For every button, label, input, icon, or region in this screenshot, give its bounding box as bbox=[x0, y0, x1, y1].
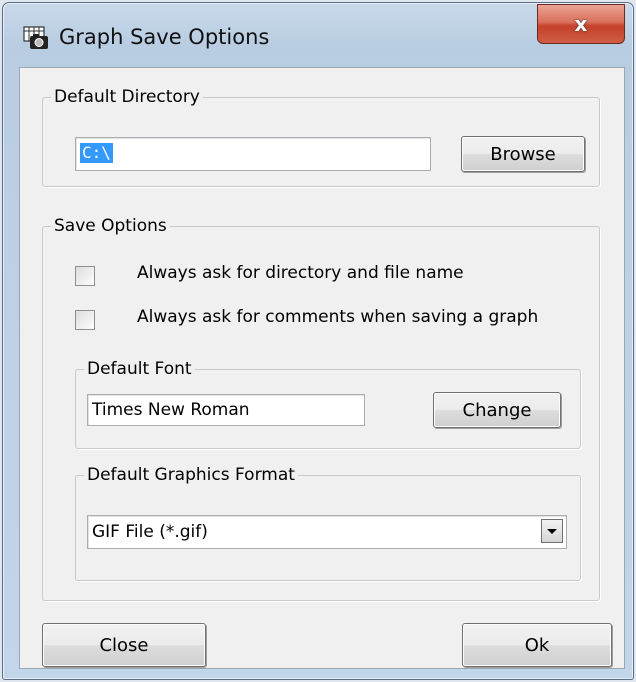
dialog-window: Graph Save Options x Default Directory C… bbox=[2, 2, 634, 680]
ask-directory-label[interactable]: Always ask for directory and file name bbox=[137, 263, 464, 283]
ok-button[interactable]: Ok bbox=[462, 623, 612, 667]
default-directory-group-label: Default Directory bbox=[51, 85, 203, 109]
directory-input-value: C:\ bbox=[80, 143, 113, 163]
window-close-button[interactable]: x bbox=[537, 4, 625, 44]
font-name-input[interactable]: Times New Roman bbox=[87, 394, 365, 426]
save-options-group-label: Save Options bbox=[51, 214, 170, 238]
dropdown-arrow-button[interactable] bbox=[541, 519, 563, 543]
chevron-down-icon bbox=[547, 529, 557, 534]
directory-input[interactable]: C:\ bbox=[75, 137, 431, 171]
ask-comments-checkbox[interactable] bbox=[75, 310, 95, 330]
window-title: Graph Save Options bbox=[59, 25, 270, 49]
graphics-format-group-label: Default Graphics Format bbox=[84, 463, 298, 487]
save-options-group: Save Options Always ask for directory an… bbox=[42, 214, 600, 601]
graphics-format-group: Default Graphics Format GIF File (*.gif) bbox=[75, 463, 581, 581]
font-name-value: Times New Roman bbox=[92, 400, 250, 420]
default-font-group-label: Default Font bbox=[84, 357, 195, 381]
browse-button[interactable]: Browse bbox=[461, 136, 585, 172]
default-font-group: Default Font Times New Roman Change bbox=[75, 357, 581, 449]
graphics-format-select[interactable]: GIF File (*.gif) bbox=[87, 515, 567, 549]
camera-icon bbox=[23, 26, 48, 49]
ask-comments-label[interactable]: Always ask for comments when saving a gr… bbox=[137, 307, 538, 327]
change-font-button[interactable]: Change bbox=[433, 392, 561, 428]
dialog-body: Default Directory C:\ Browse Save Option… bbox=[19, 67, 625, 669]
title-bar[interactable]: Graph Save Options x bbox=[3, 3, 633, 55]
default-directory-group: Default Directory C:\ Browse bbox=[42, 85, 600, 187]
ask-directory-checkbox[interactable] bbox=[75, 266, 95, 286]
close-icon: x bbox=[574, 12, 588, 36]
graphics-format-selected: GIF File (*.gif) bbox=[92, 522, 208, 542]
close-button[interactable]: Close bbox=[42, 623, 206, 667]
